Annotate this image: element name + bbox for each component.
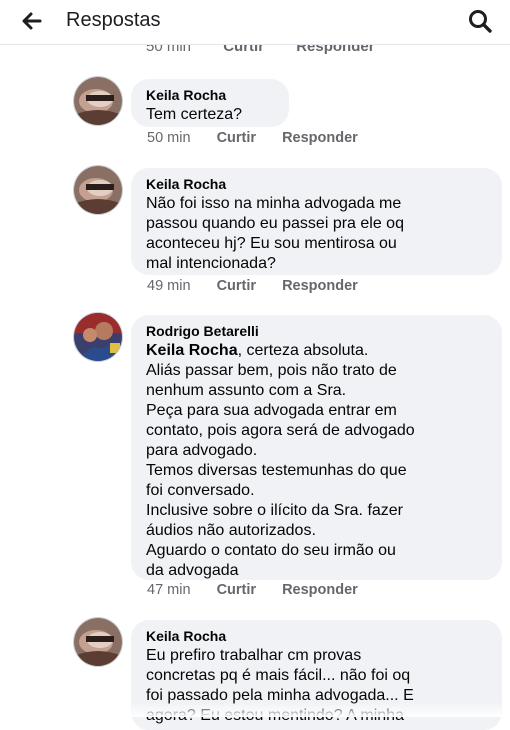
avatar[interactable]: [73, 165, 123, 215]
comment-line: Tem certeza?: [146, 106, 243, 123]
comment-text: Não foi isso na minha advogada me passou…: [146, 194, 488, 274]
comment-time: 47 min: [147, 582, 191, 598]
comment-line: Keila Rocha, certeza absoluta.: [146, 341, 488, 361]
reply-link[interactable]: Responder: [282, 130, 358, 146]
avatar[interactable]: [73, 76, 123, 126]
comment-line: áudios não autorizados.: [146, 522, 316, 539]
mention-link[interactable]: Keila Rocha: [146, 342, 238, 359]
comment-line: passou quando eu passei pra ele oq: [146, 215, 404, 232]
comment-author[interactable]: Keila Rocha: [146, 628, 488, 645]
comment-author[interactable]: Keila Rocha: [146, 87, 275, 104]
comment-line: concretas pq é mais fácil... não foi oq: [146, 667, 411, 684]
like-link[interactable]: Curtir: [217, 278, 256, 294]
avatar-image: [74, 77, 122, 125]
comment-line: Aliás passar bem, pois não trato de: [146, 362, 397, 379]
bottom-fade: [0, 702, 510, 717]
comment-bubble: Keila Rocha Tem certeza?: [131, 79, 289, 127]
back-arrow-icon[interactable]: [18, 7, 46, 35]
comment-text: Keila Rocha, certeza absoluta. Aliás pas…: [146, 341, 488, 581]
comment-line: da advogada: [146, 562, 239, 579]
comment-line-rest: , certeza absoluta.: [237, 342, 369, 359]
comment-time: 50 min: [147, 130, 191, 146]
comment-line: para advogado.: [146, 442, 258, 459]
like-link[interactable]: Curtir: [217, 582, 256, 598]
avatar-image: [74, 618, 122, 666]
avatar[interactable]: [73, 312, 123, 362]
comment-author[interactable]: Rodrigo Betarelli: [146, 323, 488, 340]
comment-line: mal intencionada?: [146, 255, 276, 272]
comment-line: Temos diversas testemunhas do que: [146, 462, 407, 479]
comment-line: Aguardo o contato do seu irmão ou: [146, 542, 396, 559]
comment-line: nenhum assunto com a Sra.: [146, 382, 347, 399]
avatar-image: [74, 166, 122, 214]
comment-line: Inclusive sobre o ilícito da Sra. fazer: [146, 502, 404, 519]
search-icon[interactable]: [466, 7, 494, 35]
avatar[interactable]: [73, 617, 123, 667]
comment-text: Tem certeza?: [146, 105, 275, 125]
comment-line: Eu prefiro trabalhar cm provas: [146, 647, 362, 664]
comment-bubble: Keila Rocha Não foi isso na minha advoga…: [131, 168, 502, 275]
comment-time: 49 min: [147, 278, 191, 294]
comment-line: aconteceu hj? Eu sou mentirosa ou: [146, 235, 397, 252]
comment-actions: 50 min Curtir Responder: [147, 130, 380, 146]
comment-bubble: Rodrigo Betarelli Keila Rocha, certeza a…: [131, 315, 502, 580]
comment-actions: 47 min Curtir Responder: [147, 582, 380, 598]
avatar-image: [74, 313, 122, 361]
comment-line: contato, pois agora será de advogado: [146, 422, 415, 439]
comment-actions: 49 min Curtir Responder: [147, 278, 380, 294]
comment-line: Não foi isso na minha advogada me: [146, 195, 402, 212]
comment-line: foi conversado.: [146, 482, 255, 499]
page-title: Respostas: [66, 9, 161, 31]
like-link[interactable]: Curtir: [217, 130, 256, 146]
comment-line: Peça para sua advogada entrar em: [146, 402, 397, 419]
reply-link[interactable]: Responder: [282, 582, 358, 598]
replies-feed: 50 min Curtir Responder Keila Rocha Tem …: [0, 0, 510, 730]
top-bar: Respostas: [0, 0, 510, 45]
comment-author[interactable]: Keila Rocha: [146, 176, 488, 193]
reply-link[interactable]: Responder: [282, 278, 358, 294]
